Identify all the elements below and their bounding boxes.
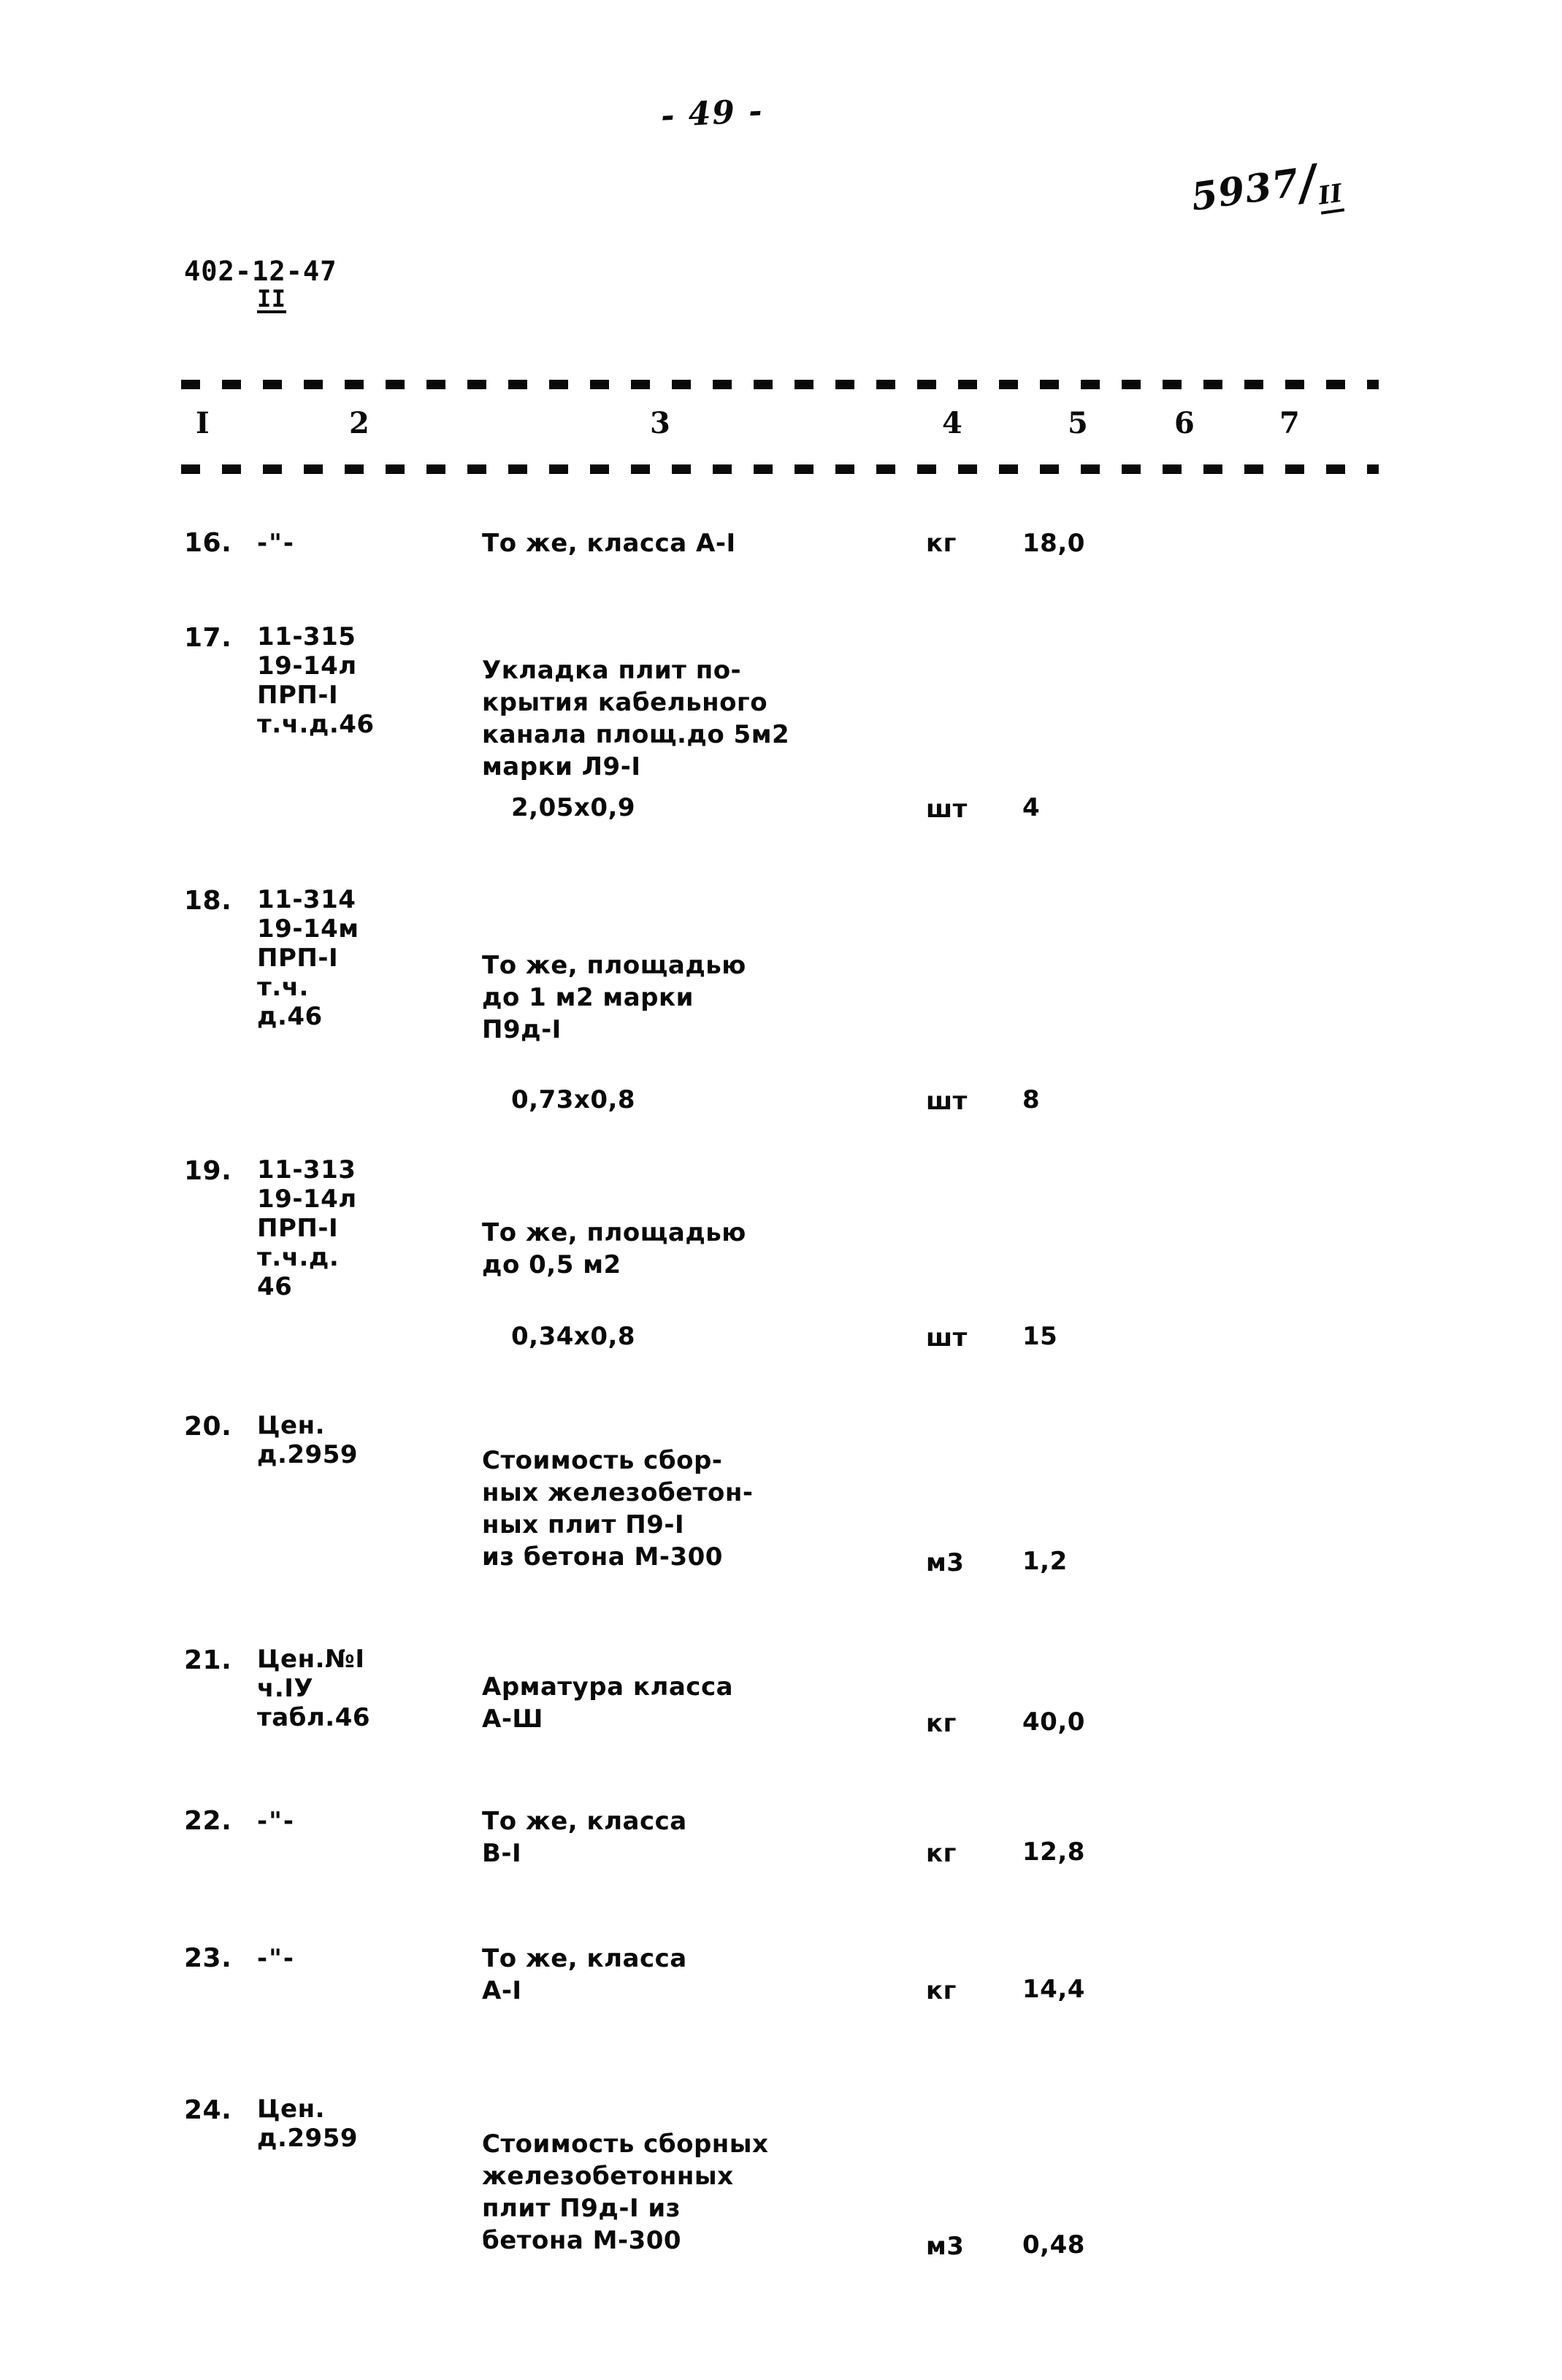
row-description: Стоимость сборных железобетонных плит П9…	[482, 2130, 769, 2255]
column-header-3: 3	[650, 406, 671, 440]
row-description: То же, площадью до 0,5 м2	[482, 1218, 746, 1279]
archive-stamp-number: 5937/II	[1187, 147, 1345, 222]
row-unit: кг	[926, 1709, 957, 1738]
document-code: 402-12-47	[184, 256, 337, 287]
document-page: - 49 - 5937/II 402-12-47 II I 2 3 4 5 6 …	[0, 0, 1562, 2380]
column-header-2: 2	[349, 406, 370, 440]
row-description: То же, площадью до 1 м2 марки П9д-I	[482, 951, 746, 1044]
table-rule-bottom	[181, 464, 1379, 474]
row-code: 11-314 19-14м ПРП-I т.ч. д.46	[257, 885, 359, 1031]
row-unit: шт	[926, 795, 968, 824]
row-code: -"-	[257, 1944, 295, 1973]
row-code: Цен. д.2959	[257, 1411, 359, 1469]
row-unit: шт	[926, 1323, 968, 1352]
column-header-5: 5	[1068, 406, 1089, 440]
row-qty: 8	[1022, 1085, 1041, 1114]
stamp-numerator: 5937	[1188, 160, 1303, 220]
row-unit: кг	[926, 1976, 957, 2005]
row-unit: м3	[926, 2232, 965, 2261]
row-unit: м3	[926, 1548, 965, 1577]
column-header-4: 4	[942, 406, 963, 440]
row-qty: 12,8	[1022, 1837, 1085, 1867]
row-qty: 1,2	[1022, 1547, 1068, 1576]
row-unit: кг	[926, 529, 957, 558]
row-description: Арматура класса А-Ш	[482, 1672, 734, 1734]
row-qty: 15	[1022, 1322, 1058, 1351]
table-rule-top	[181, 380, 1379, 389]
row-description: Стоимость сбор- ных железобетон- ных пли…	[482, 1446, 754, 1572]
row-dimension: 0,73х0,8	[511, 1085, 636, 1114]
column-header-1: I	[196, 406, 210, 440]
row-code: 11-313 19-14л ПРП-I т.ч.д. 46	[257, 1155, 357, 1301]
row-qty: 14,4	[1022, 1975, 1085, 2004]
row-qty: 18,0	[1022, 529, 1085, 558]
page-number: - 49 -	[659, 92, 765, 135]
row-code: 11-315 19-14л ПРП-I т.ч.д.46	[257, 622, 375, 739]
row-unit: кг	[926, 1839, 957, 1868]
row-description: То же, класса А-I	[482, 529, 736, 558]
row-code: Цен. д.2959	[257, 2094, 359, 2153]
row-dimension: 2,05х0,9	[511, 793, 636, 822]
row-description: То же, класса А-I	[482, 1944, 687, 2005]
document-code-part: II	[257, 285, 286, 313]
column-header-7: 7	[1279, 406, 1301, 440]
row-qty: 4	[1022, 793, 1041, 822]
row-code: -"-	[257, 529, 295, 558]
row-code: Цен.№I ч.IУ табл.46	[257, 1645, 371, 1732]
row-qty: 40,0	[1022, 1707, 1085, 1737]
row-description: Укладка плит по- крытия кабельного канал…	[482, 656, 790, 781]
row-unit: шт	[926, 1087, 968, 1116]
row-qty: 0,48	[1022, 2230, 1085, 2260]
column-header-6: 6	[1174, 406, 1195, 440]
stamp-denominator: II	[1316, 178, 1345, 215]
row-code: -"-	[257, 1807, 295, 1836]
row-dimension: 0,34х0,8	[511, 1322, 636, 1351]
row-description: То же, класса В-I	[482, 1807, 687, 1868]
